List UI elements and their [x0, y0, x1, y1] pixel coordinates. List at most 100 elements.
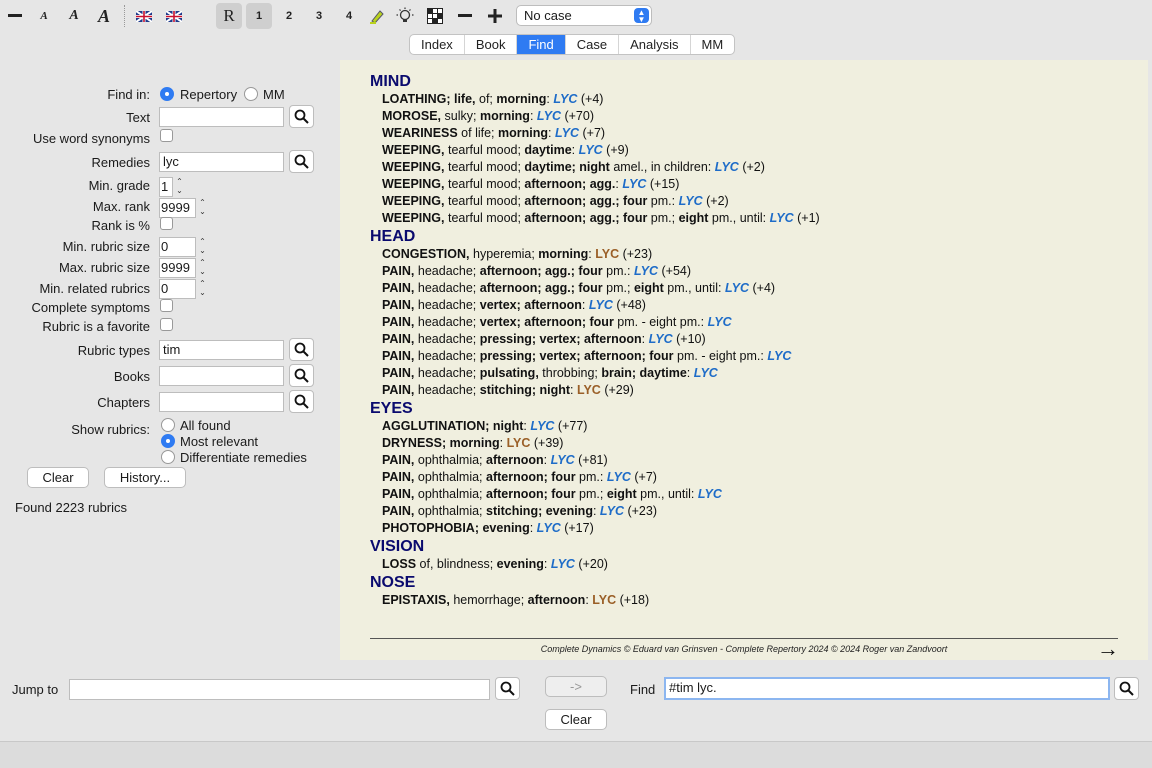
- zoom-out-icon[interactable]: [452, 3, 478, 29]
- rubric-row[interactable]: LOATHING; life, of; morning: LYC (+4): [370, 91, 1120, 108]
- remedy-link[interactable]: LYC: [530, 419, 554, 433]
- min-rubric-size-input[interactable]: 0: [159, 237, 196, 257]
- find-search-button[interactable]: [1114, 677, 1139, 700]
- chapters-search-button[interactable]: [289, 390, 314, 413]
- rubric-row[interactable]: PAIN, headache; vertex; afternoon: LYC (…: [370, 297, 1120, 314]
- min-related-input[interactable]: 0: [159, 279, 196, 299]
- chapter-heading[interactable]: NOSE: [370, 573, 1120, 592]
- rank-pct-checkbox[interactable]: [160, 217, 173, 230]
- chapters-input[interactable]: [159, 392, 284, 412]
- remedy-link[interactable]: LYC: [592, 593, 616, 607]
- rubric-row[interactable]: MOROSE, sulky; morning: LYC (+70): [370, 108, 1120, 125]
- lightbulb-icon[interactable]: [392, 3, 418, 29]
- remedy-link[interactable]: LYC: [537, 521, 561, 535]
- rubric-row[interactable]: PAIN, headache; afternoon; agg.; four pm…: [370, 280, 1120, 297]
- zoom-in-icon[interactable]: [482, 3, 508, 29]
- tab-analysis[interactable]: Analysis: [619, 35, 691, 54]
- bottom-clear-button[interactable]: Clear: [545, 709, 607, 730]
- books-input[interactable]: [159, 366, 284, 386]
- remedy-link[interactable]: LYC: [589, 298, 613, 312]
- min-grade-input[interactable]: 1: [159, 177, 173, 197]
- remedy-link[interactable]: LYC: [679, 194, 703, 208]
- chapter-heading[interactable]: VISION: [370, 537, 1120, 556]
- rubric-row[interactable]: PAIN, ophthalmia; afternoon; four pm.; e…: [370, 486, 1120, 503]
- rubric-row[interactable]: PAIN, ophthalmia; afternoon: LYC (+81): [370, 452, 1120, 469]
- font-medium-icon[interactable]: A: [61, 3, 87, 29]
- rubric-types-search-button[interactable]: [289, 338, 314, 361]
- rubric-row[interactable]: DRYNESS; morning: LYC (+39): [370, 435, 1120, 452]
- grid-icon[interactable]: [422, 3, 448, 29]
- repertory-radio[interactable]: [160, 87, 174, 101]
- jump-search-button[interactable]: [495, 677, 520, 700]
- font-small-icon[interactable]: A: [31, 3, 57, 29]
- rubric-types-input[interactable]: tim: [159, 340, 284, 360]
- chapter-heading[interactable]: HEAD: [370, 227, 1120, 246]
- rubric-row[interactable]: PAIN, ophthalmia; stitching; evening: LY…: [370, 503, 1120, 520]
- jump-arrow-button[interactable]: ->: [545, 676, 607, 697]
- tab-find[interactable]: Find: [517, 35, 566, 54]
- rubric-row[interactable]: CONGESTION, hyperemia; morning: LYC (+23…: [370, 246, 1120, 263]
- remedy-link[interactable]: LYC: [725, 281, 749, 295]
- remedy-link[interactable]: LYC: [553, 92, 577, 106]
- max-rank-input[interactable]: 9999: [159, 198, 196, 218]
- remedy-link[interactable]: LYC: [767, 349, 791, 363]
- remedy-link[interactable]: LYC: [551, 557, 575, 571]
- flag-uk-icon[interactable]: [131, 3, 157, 29]
- grade-1-button[interactable]: 1: [246, 3, 272, 29]
- most-relevant-radio[interactable]: [161, 434, 175, 448]
- rubric-row[interactable]: PAIN, headache; pressing; vertex; aftern…: [370, 331, 1120, 348]
- highlighter-icon[interactable]: [364, 3, 390, 29]
- remedy-link[interactable]: LYC: [770, 211, 794, 225]
- case-select[interactable]: No case ▲ ▼: [516, 5, 652, 26]
- max-rubric-size-input[interactable]: 9999: [159, 258, 196, 278]
- rubric-row[interactable]: WEEPING, tearful mood; daytime: LYC (+9): [370, 142, 1120, 159]
- all-found-radio[interactable]: [161, 418, 175, 432]
- rubric-row[interactable]: PAIN, headache; pulsating, throbbing; br…: [370, 365, 1120, 382]
- font-large-icon[interactable]: A: [91, 3, 117, 29]
- remedies-search-button[interactable]: [289, 150, 314, 173]
- history-button[interactable]: History...: [104, 467, 186, 488]
- tab-case[interactable]: Case: [566, 35, 620, 54]
- books-search-button[interactable]: [289, 364, 314, 387]
- remedy-link[interactable]: LYC: [715, 160, 739, 174]
- rubric-row[interactable]: WEEPING, tearful mood; daytime; night am…: [370, 159, 1120, 176]
- rubric-row[interactable]: WEEPING, tearful mood; afternoon; agg.; …: [370, 193, 1120, 210]
- synonyms-checkbox[interactable]: [160, 129, 173, 142]
- chapter-heading[interactable]: EYES: [370, 399, 1120, 418]
- tab-index[interactable]: Index: [410, 35, 465, 54]
- chapter-heading[interactable]: MIND: [370, 72, 1120, 91]
- grade-3-button[interactable]: 3: [306, 3, 332, 29]
- rubric-row[interactable]: PHOTOPHOBIA; evening: LYC (+17): [370, 520, 1120, 537]
- min-rubric-size-stepper[interactable]: ⌃ ⌄: [197, 237, 208, 257]
- find-input[interactable]: #tim lyc.: [664, 677, 1110, 700]
- remedy-link[interactable]: LYC: [595, 247, 619, 261]
- text-search-button[interactable]: [289, 105, 314, 128]
- rubric-row[interactable]: PAIN, headache; afternoon; agg.; four pm…: [370, 263, 1120, 280]
- rubric-row[interactable]: PAIN, ophthalmia; afternoon; four pm.: L…: [370, 469, 1120, 486]
- remedy-link[interactable]: LYC: [694, 366, 718, 380]
- remedy-link[interactable]: LYC: [577, 383, 601, 397]
- remedy-link[interactable]: LYC: [649, 332, 673, 346]
- min-grade-stepper[interactable]: ⌃ ⌄: [174, 177, 185, 197]
- remedy-link[interactable]: LYC: [551, 453, 575, 467]
- grade-2-button[interactable]: 2: [276, 3, 302, 29]
- rubric-row[interactable]: EPISTAXIS, hemorrhage; afternoon: LYC (+…: [370, 592, 1120, 609]
- rubric-row[interactable]: WEARINESS of life; morning: LYC (+7): [370, 125, 1120, 142]
- arrow-right-icon[interactable]: →: [1097, 636, 1119, 662]
- jump-to-input[interactable]: [69, 679, 490, 700]
- tab-book[interactable]: Book: [465, 35, 518, 54]
- rubric-row[interactable]: WEEPING, tearful mood; afternoon; agg.; …: [370, 210, 1120, 227]
- complete-symptoms-checkbox[interactable]: [160, 299, 173, 312]
- minus-icon[interactable]: [2, 3, 28, 29]
- favorite-checkbox[interactable]: [160, 318, 173, 331]
- rubric-row[interactable]: PAIN, headache; vertex; afternoon; four …: [370, 314, 1120, 331]
- remedy-link[interactable]: LYC: [634, 264, 658, 278]
- remedy-link[interactable]: LYC: [555, 126, 579, 140]
- flag-uk-icon[interactable]: [161, 3, 187, 29]
- rubric-row[interactable]: WEEPING, tearful mood; afternoon; agg.: …: [370, 176, 1120, 193]
- max-rank-stepper[interactable]: ⌃ ⌄: [197, 198, 208, 218]
- remedy-link[interactable]: LYC: [622, 177, 646, 191]
- remedy-link[interactable]: LYC: [698, 487, 722, 501]
- remedy-link[interactable]: LYC: [708, 315, 732, 329]
- min-related-stepper[interactable]: ⌃ ⌄: [197, 279, 208, 299]
